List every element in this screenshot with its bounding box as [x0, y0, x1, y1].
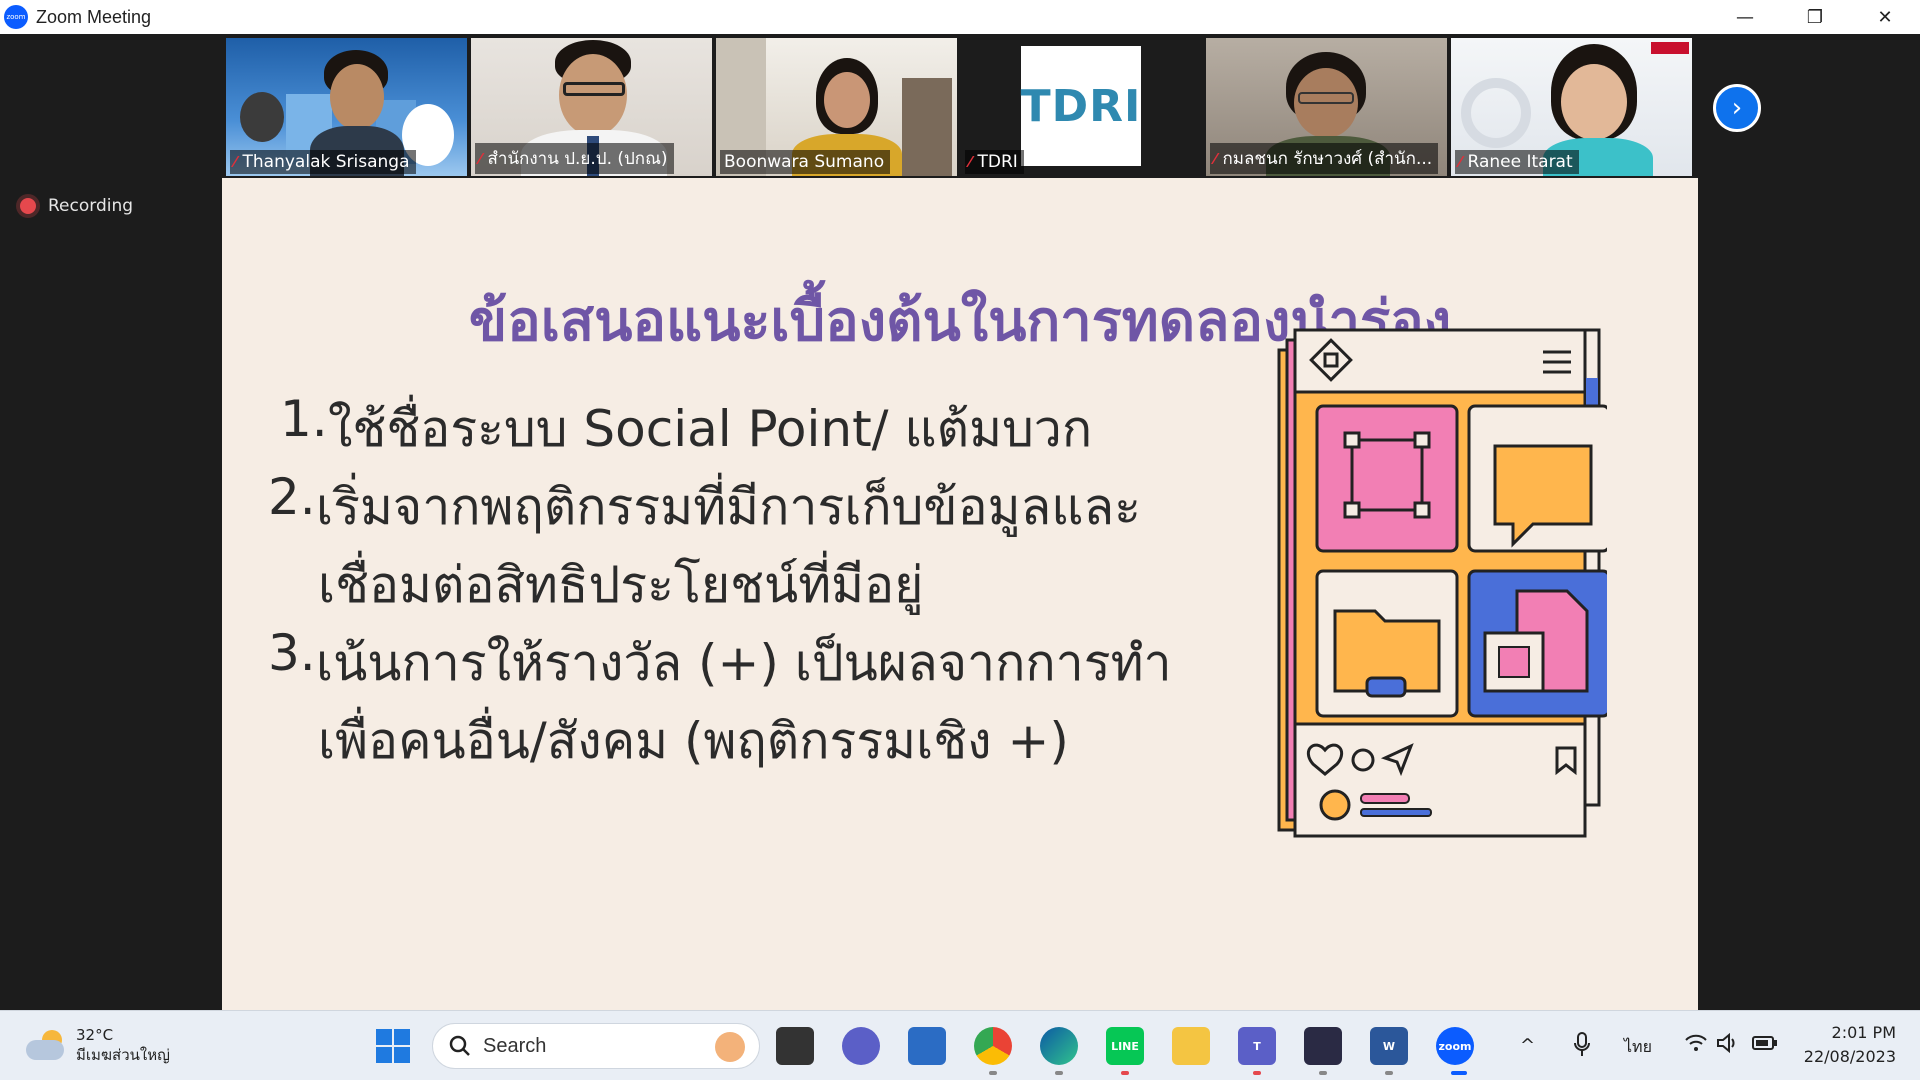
- participant-name: Boonwara Sumano: [724, 152, 885, 172]
- title-bar: zoom Zoom Meeting — ❐ ✕: [0, 0, 1920, 34]
- slide-point: 1. ใช้ชื่อระบบ Social Point/ แต้มบวก: [280, 390, 1092, 469]
- next-page-button[interactable]: ›: [1713, 84, 1761, 132]
- chrome-icon[interactable]: [974, 1027, 1012, 1065]
- system-clock[interactable]: 2:01 PM 22/08/2023: [1804, 1021, 1896, 1069]
- participant-name-bar: Boonwara Sumano: [720, 150, 891, 174]
- running-indicator: [1121, 1071, 1129, 1075]
- record-dot-icon: [20, 198, 36, 214]
- participant-name: สำนักงาน ป.ย.ป. (ปกณ): [487, 149, 668, 169]
- participant-tile[interactable]: ⁄ Ranee Itarat: [1451, 38, 1692, 176]
- running-indicator: [1253, 1071, 1261, 1075]
- recording-label: Recording: [48, 196, 134, 216]
- caption-line: [1360, 793, 1410, 804]
- search-icon: [449, 1035, 470, 1056]
- participant-strip: ⁄ Thanyalak Srisanga ⁄ สำนักงาน ป.ย.ป. (…: [226, 38, 1692, 176]
- search-highlight-icon: [715, 1032, 745, 1062]
- participant-name-bar: ⁄ สำนักงาน ป.ย.ป. (ปกณ): [475, 143, 674, 174]
- zoom-logo-icon: zoom: [4, 5, 28, 29]
- language-indicator[interactable]: ไทย: [1624, 1035, 1652, 1060]
- point-number: 2.: [268, 468, 316, 526]
- point-text: ใช้ชื่อระบบ Social Point/ แต้มบวก: [328, 400, 1093, 458]
- participant-name: Thanyalak Srisanga: [242, 152, 410, 172]
- edge-icon[interactable]: [1040, 1027, 1078, 1065]
- participant-tile-active-speaker[interactable]: Boonwara Sumano: [716, 38, 957, 176]
- mic-muted-icon: ⁄: [479, 149, 482, 168]
- running-indicator: [1385, 1071, 1393, 1075]
- running-indicator: [989, 1071, 997, 1075]
- participant-tile[interactable]: ⁄ สำนักงาน ป.ย.ป. (ปกณ): [471, 38, 712, 176]
- chevron-right-icon: ›: [1731, 93, 1743, 123]
- folder-icon: [1333, 609, 1441, 698]
- participant-tile[interactable]: TDRI ⁄ TDRI: [961, 38, 1202, 176]
- participant-name-bar: ⁄ Thanyalak Srisanga: [230, 150, 416, 174]
- task-view-icon[interactable]: [776, 1027, 814, 1065]
- point-continuation: เพื่อคนอื่น/สังคม (พฤติกรรมเชิง +): [318, 712, 1069, 770]
- participant-name-bar: ⁄ กมลชนก รักษาวงศ์ (สำนัก...: [1210, 143, 1439, 174]
- weather-desc: มีเมฆส่วนใหญ่: [76, 1046, 170, 1064]
- point-text: เริ่มจากพฤติกรรมที่มีการเก็บข้อมูลและ: [316, 478, 1141, 536]
- recording-indicator[interactable]: Recording: [20, 196, 133, 216]
- participant-tile[interactable]: ⁄ กมลชนก รักษาวงศ์ (สำนัก...: [1206, 38, 1447, 176]
- mic-muted-icon: ⁄: [1459, 153, 1462, 171]
- participant-name: กมลชนก รักษาวงศ์ (สำนัก...: [1222, 149, 1433, 169]
- running-indicator: [1451, 1071, 1467, 1075]
- point-number: 3.: [268, 624, 316, 682]
- phone-illustration: [1277, 328, 1607, 838]
- restore-button[interactable]: ❐: [1780, 0, 1850, 34]
- store-icon[interactable]: [908, 1027, 946, 1065]
- close-button[interactable]: ✕: [1850, 0, 1920, 34]
- clock-time: 2:01 PM: [1831, 1023, 1896, 1042]
- chat-icon[interactable]: [842, 1027, 880, 1065]
- point-continuation: เชื่อมต่อสิทธิประโยชน์ที่มีอยู่: [318, 556, 924, 614]
- window-controls: — ❐ ✕: [1710, 0, 1920, 34]
- participant-name: TDRI: [977, 152, 1018, 172]
- volume-icon[interactable]: [1716, 1032, 1740, 1057]
- explorer-icon[interactable]: [1172, 1027, 1210, 1065]
- meeting-area: ⁄ Thanyalak Srisanga ⁄ สำนักงาน ป.ย.ป. (…: [0, 34, 1920, 1010]
- slide-point: 3. เน้นการให้รางวัล (+) เป็นผลจากการทำ: [268, 624, 1172, 703]
- battery-icon[interactable]: [1752, 1035, 1778, 1055]
- weather-widget[interactable]: 32°C มีเมฆส่วนใหญ่: [26, 1025, 170, 1065]
- participant-name: Ranee Itarat: [1467, 152, 1573, 172]
- point-text: เน้นการให้รางวัล (+) เป็นผลจากการทำ: [316, 634, 1172, 692]
- zoom-icon[interactable]: zoom: [1436, 1027, 1474, 1065]
- tdri-logo: TDRI: [1021, 46, 1141, 166]
- tile-pink: [1315, 404, 1459, 553]
- cloud-sun-icon: [26, 1030, 66, 1060]
- search-placeholder: Search: [483, 1034, 547, 1057]
- mic-muted-icon: ⁄: [969, 153, 972, 171]
- minimize-button[interactable]: —: [1710, 0, 1780, 34]
- caption-line: [1360, 808, 1432, 817]
- chevron-up-icon[interactable]: ^: [1520, 1035, 1535, 1056]
- running-indicator: [1319, 1071, 1327, 1075]
- clock-date: 22/08/2023: [1803, 1047, 1896, 1066]
- teams-icon[interactable]: T: [1238, 1027, 1276, 1065]
- clipchamp-icon[interactable]: [1304, 1027, 1342, 1065]
- word-icon[interactable]: W: [1370, 1027, 1408, 1065]
- line-icon[interactable]: LINE: [1106, 1027, 1144, 1065]
- shared-slide: ข้อเสนอแนะเบื้องต้นในการทดลองนำร่อง 1. ใ…: [222, 178, 1698, 1010]
- slide-point: 2. เริ่มจากพฤติกรรมที่มีการเก็บข้อมูลและ: [268, 468, 1141, 547]
- start-icon[interactable]: [374, 1027, 412, 1065]
- avatar: [1319, 789, 1351, 821]
- weather-temp: 32°C: [76, 1026, 114, 1044]
- search-input[interactable]: Search: [432, 1023, 760, 1069]
- microphone-icon[interactable]: [1572, 1031, 1592, 1063]
- participant-name-bar: ⁄ TDRI: [965, 150, 1024, 174]
- running-indicator: [1055, 1071, 1063, 1075]
- taskbar: 32°C มีเมฆส่วนใหญ่ Search LINE T W zoom …: [0, 1010, 1920, 1080]
- window-title: Zoom Meeting: [36, 6, 152, 27]
- mic-muted-icon: ⁄: [1214, 149, 1217, 168]
- participant-tile[interactable]: ⁄ Thanyalak Srisanga: [226, 38, 467, 176]
- wifi-icon[interactable]: [1684, 1033, 1708, 1057]
- mic-muted-icon: ⁄: [234, 153, 237, 171]
- participant-name-bar: ⁄ Ranee Itarat: [1455, 150, 1579, 174]
- point-number: 1.: [280, 390, 328, 448]
